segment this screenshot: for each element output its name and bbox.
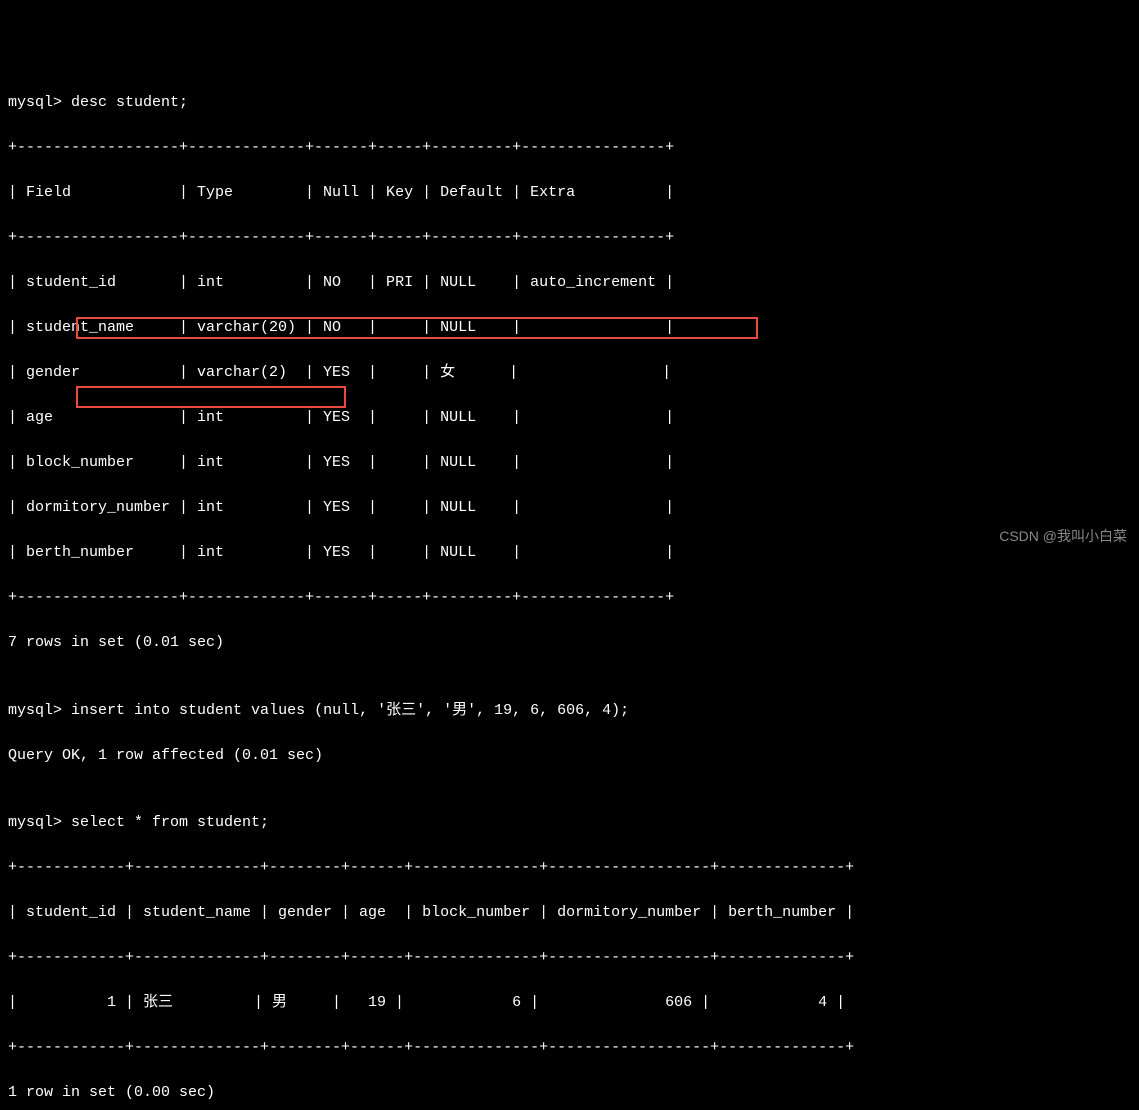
desc-row: | age | int | YES | | NULL | | <box>8 407 1131 430</box>
select-border-top: +------------+--------------+--------+--… <box>8 857 1131 880</box>
prompt-line-insert[interactable]: mysql> insert into student values (null,… <box>8 700 1131 723</box>
desc-border-top: +------------------+-------------+------… <box>8 137 1131 160</box>
select-border-mid: +------------+--------------+--------+--… <box>8 947 1131 970</box>
desc-row: | student_name | varchar(20) | NO | | NU… <box>8 317 1131 340</box>
desc-row: | gender | varchar(2) | YES | | 女 | | <box>8 362 1131 385</box>
watermark-text: CSDN @我叫小白菜 <box>999 526 1127 547</box>
select-row: | 1 | 张三 | 男 | 19 | 6 | 606 | 4 | <box>8 992 1131 1015</box>
desc-border-mid: +------------------+-------------+------… <box>8 227 1131 250</box>
desc-row: | student_id | int | NO | PRI | NULL | a… <box>8 272 1131 295</box>
mysql-prompt: mysql> <box>8 94 62 111</box>
select-footer: 1 row in set (0.00 sec) <box>8 1082 1131 1105</box>
desc-row: | block_number | int | YES | | NULL | | <box>8 452 1131 475</box>
insert-command: insert into student values (null, '张三', … <box>71 702 629 719</box>
mysql-prompt: mysql> <box>8 814 62 831</box>
prompt-line-desc[interactable]: mysql> desc student; <box>8 92 1131 115</box>
desc-row: | dormitory_number | int | YES | | NULL … <box>8 497 1131 520</box>
highlight-select-command <box>76 386 346 408</box>
mysql-prompt: mysql> <box>8 702 62 719</box>
select-border-bot: +------------+--------------+--------+--… <box>8 1037 1131 1060</box>
desc-command: desc student; <box>71 94 188 111</box>
desc-header: | Field | Type | Null | Key | Default | … <box>8 182 1131 205</box>
desc-row: | berth_number | int | YES | | NULL | | <box>8 542 1131 565</box>
desc-border-bot: +------------------+-------------+------… <box>8 587 1131 610</box>
prompt-line-select[interactable]: mysql> select * from student; <box>8 812 1131 835</box>
select-command: select * from student; <box>71 814 269 831</box>
insert-result: Query OK, 1 row affected (0.01 sec) <box>8 745 1131 768</box>
select-header: | student_id | student_name | gender | a… <box>8 902 1131 925</box>
desc-footer: 7 rows in set (0.01 sec) <box>8 632 1131 655</box>
